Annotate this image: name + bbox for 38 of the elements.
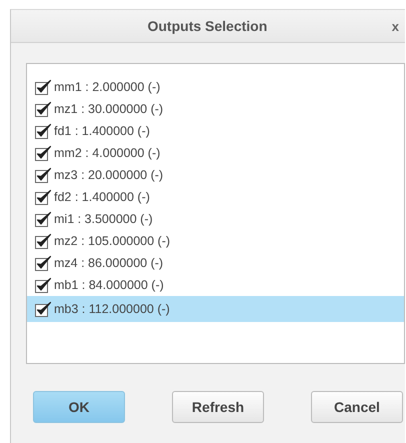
checkbox[interactable] bbox=[35, 189, 51, 205]
checkbox[interactable] bbox=[35, 167, 51, 183]
list-item[interactable]: mz1 : 30.000000 (-) bbox=[27, 98, 404, 120]
checkbox[interactable] bbox=[35, 277, 51, 293]
dialog-button[interactable]: Cancel bbox=[311, 391, 403, 423]
list-item[interactable]: mz3 : 20.000000 (-) bbox=[27, 164, 404, 186]
output-label: mz3 : 20.000000 (-) bbox=[54, 168, 164, 182]
output-label: fd2 : 1.400000 (-) bbox=[54, 190, 150, 204]
list-item[interactable]: mb1 : 84.000000 (-) bbox=[27, 274, 404, 296]
output-label: mb1 : 84.000000 (-) bbox=[54, 278, 164, 292]
output-label: mz4 : 86.000000 (-) bbox=[54, 256, 164, 270]
output-label: mm1 : 2.000000 (-) bbox=[54, 80, 160, 94]
list-item[interactable]: mb3 : 112.000000 (-) bbox=[27, 296, 404, 322]
list-item[interactable]: mm2 : 4.000000 (-) bbox=[27, 142, 404, 164]
list-item[interactable]: fd2 : 1.400000 (-) bbox=[27, 186, 404, 208]
output-label: mz1 : 30.000000 (-) bbox=[54, 102, 164, 116]
output-label: mi1 : 3.500000 (-) bbox=[54, 212, 153, 226]
checkbox[interactable] bbox=[35, 79, 51, 95]
ok-button[interactable]: OK bbox=[33, 391, 125, 423]
list-item[interactable]: fd1 : 1.400000 (-) bbox=[27, 120, 404, 142]
list-item[interactable]: mz2 : 105.000000 (-) bbox=[27, 230, 404, 252]
checkbox[interactable] bbox=[35, 301, 51, 317]
window-title: Outputs Selection bbox=[146, 18, 268, 34]
checkbox[interactable] bbox=[35, 233, 51, 249]
checkbox[interactable] bbox=[35, 211, 51, 227]
output-label: mb3 : 112.000000 (-) bbox=[54, 302, 170, 316]
output-label: mz2 : 105.000000 (-) bbox=[54, 234, 170, 248]
list-item[interactable]: mm1 : 2.000000 (-) bbox=[27, 76, 404, 98]
checkbox[interactable] bbox=[35, 123, 51, 139]
list-item[interactable]: mz4 : 86.000000 (-) bbox=[27, 252, 404, 274]
list-item[interactable]: mi1 : 3.500000 (-) bbox=[27, 208, 404, 230]
close-button[interactable]: x bbox=[388, 18, 403, 34]
checkbox[interactable] bbox=[35, 145, 51, 161]
checkbox[interactable] bbox=[35, 255, 51, 271]
output-label: mm2 : 4.000000 (-) bbox=[54, 146, 160, 160]
output-label: fd1 : 1.400000 (-) bbox=[54, 124, 150, 138]
dialog-button[interactable]: Refresh bbox=[172, 391, 264, 423]
checkbox[interactable] bbox=[35, 101, 51, 117]
